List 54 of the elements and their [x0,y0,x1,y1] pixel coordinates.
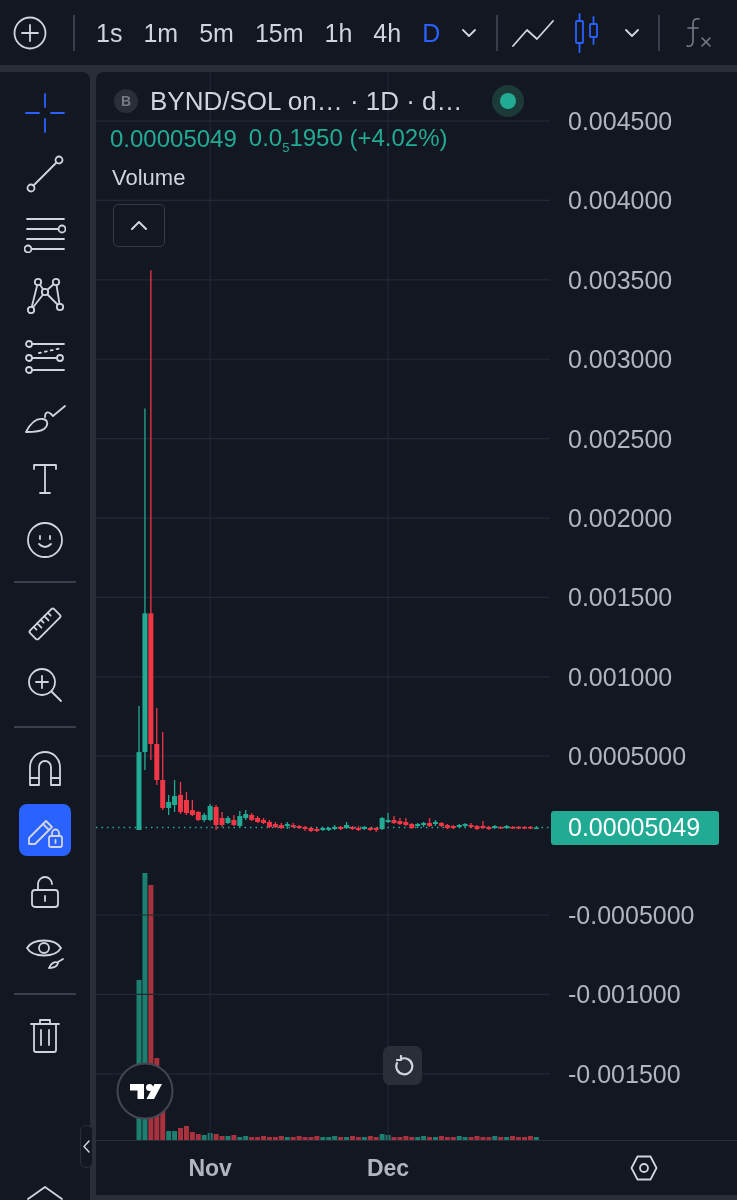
price-axis-label: 0.003500 [568,265,673,294]
last-price: 0.00005049 [110,125,237,153]
sidebar-toggle-button[interactable] [80,1125,93,1168]
crosshair-icon[interactable] [25,93,65,133]
price-axis-label: 0.001000 [568,662,673,691]
ruler-icon[interactable] [27,606,63,642]
chevron-left-icon[interactable] [83,1140,90,1153]
indicator-label[interactable]: Volume [110,165,186,191]
time-axis-label: Dec [365,1154,411,1182]
current-price-label: 0.00005049 [551,810,719,845]
time-axis-label: Nov [187,1154,233,1182]
price-axis-label: 0.002000 [568,504,673,533]
zoom-in-icon[interactable] [27,667,63,703]
interval-button[interactable]: 5m [199,17,234,48]
price-axis-label: -0.0005000 [568,901,695,929]
trash-icon[interactable] [29,1018,61,1054]
logo-icon [116,1062,174,1120]
price-axis-label: -0.001500 [568,1059,681,1088]
chevron-down-icon[interactable] [462,28,477,37]
lock-drawing-button[interactable] [19,804,71,856]
interval-button[interactable]: 1s [96,17,123,48]
magnet-icon[interactable] [28,751,62,787]
interval-button[interactable]: 15m [254,17,304,48]
brush-icon[interactable] [24,402,66,434]
price-change: 0.0$_{5}$1950 (+4.02%) [248,123,448,155]
price-axis-label: 0.0005000 [568,742,687,771]
interval-button[interactable]: 1m [143,17,179,48]
text-tool-icon[interactable] [32,463,58,495]
settings-icon[interactable] [630,1155,658,1181]
interval-button[interactable]: 1h [324,17,353,48]
zigzag-pattern-icon[interactable] [25,277,65,315]
collapse-button[interactable] [113,204,165,247]
price-axis-label: 0.002500 [568,424,673,453]
price-axis-label: 0.004000 [568,186,673,215]
reset-chart-button[interactable] [383,1046,422,1085]
price-axis-label: 0.004500 [568,107,673,136]
add-circle-icon[interactable] [13,15,47,50]
price-axis-label: -0.001000 [568,980,681,1009]
chevron-down-icon[interactable] [625,28,640,37]
price-axis-label: 0.003000 [568,345,673,374]
smiley-icon[interactable] [26,521,64,559]
interval-button[interactable]: D [422,17,441,48]
chart-title[interactable]: BYND/SOL on… · 1D · d… [150,85,463,117]
price-axis-label: 0.001500 [568,583,673,612]
symbol-avatar: B [114,89,138,113]
chevron-up-icon[interactable] [27,1186,63,1200]
horizontal-lines-icon[interactable] [24,217,66,253]
chevron-up-icon[interactable] [131,221,147,230]
padlock-open-icon[interactable] [30,873,60,909]
trend-line-icon[interactable] [26,155,64,193]
parallel-lines-icon[interactable] [24,340,66,374]
line-chart-icon[interactable] [512,18,555,47]
candlestick-icon[interactable] [574,12,601,53]
interval-button[interactable]: 4h [373,17,402,48]
